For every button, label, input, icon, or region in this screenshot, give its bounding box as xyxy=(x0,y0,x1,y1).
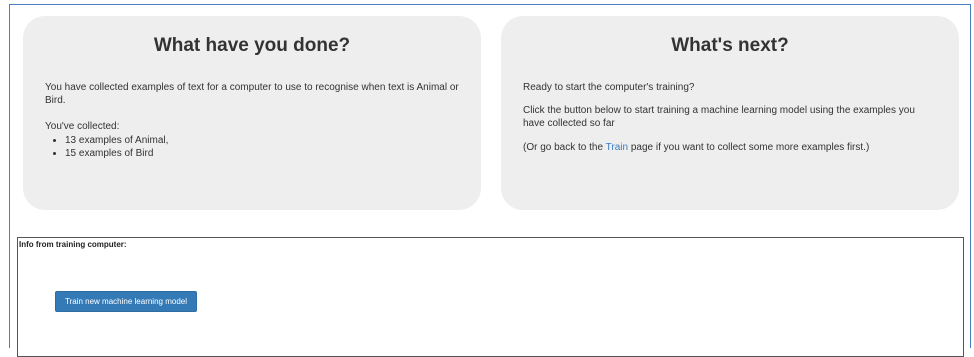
ready-text: Ready to start the computer's training? xyxy=(523,82,695,93)
examples-list: 13 examples of Animal, 15 examples of Bi… xyxy=(45,134,459,160)
go-back-text: (Or go back to the Train page if you wan… xyxy=(523,141,937,154)
train-model-button[interactable]: Train new machine learning model xyxy=(55,291,197,312)
training-info-panel: Info from training computer: Train new m… xyxy=(17,237,964,357)
collected-intro-text: You have collected examples of text for … xyxy=(45,82,459,106)
list-item-animal: 13 examples of Animal, xyxy=(65,134,459,147)
go-back-prefix: (Or go back to the xyxy=(523,142,606,153)
training-info-label: Info from training computer: xyxy=(19,240,127,249)
train-page-link[interactable]: Train xyxy=(606,142,628,153)
instructions-text: Click the button below to start training… xyxy=(523,105,915,129)
collected-label: You've collected: xyxy=(45,121,120,132)
card-title-next: What's next? xyxy=(671,35,789,56)
list-item-bird: 15 examples of Bird xyxy=(65,147,459,160)
what-have-you-done-card: What have you done? You have collected e… xyxy=(23,16,481,210)
card-title-done: What have you done? xyxy=(153,35,351,56)
whats-next-card: What's next? Ready to start the computer… xyxy=(501,16,959,210)
go-back-suffix: page if you want to collect some more ex… xyxy=(628,142,870,153)
